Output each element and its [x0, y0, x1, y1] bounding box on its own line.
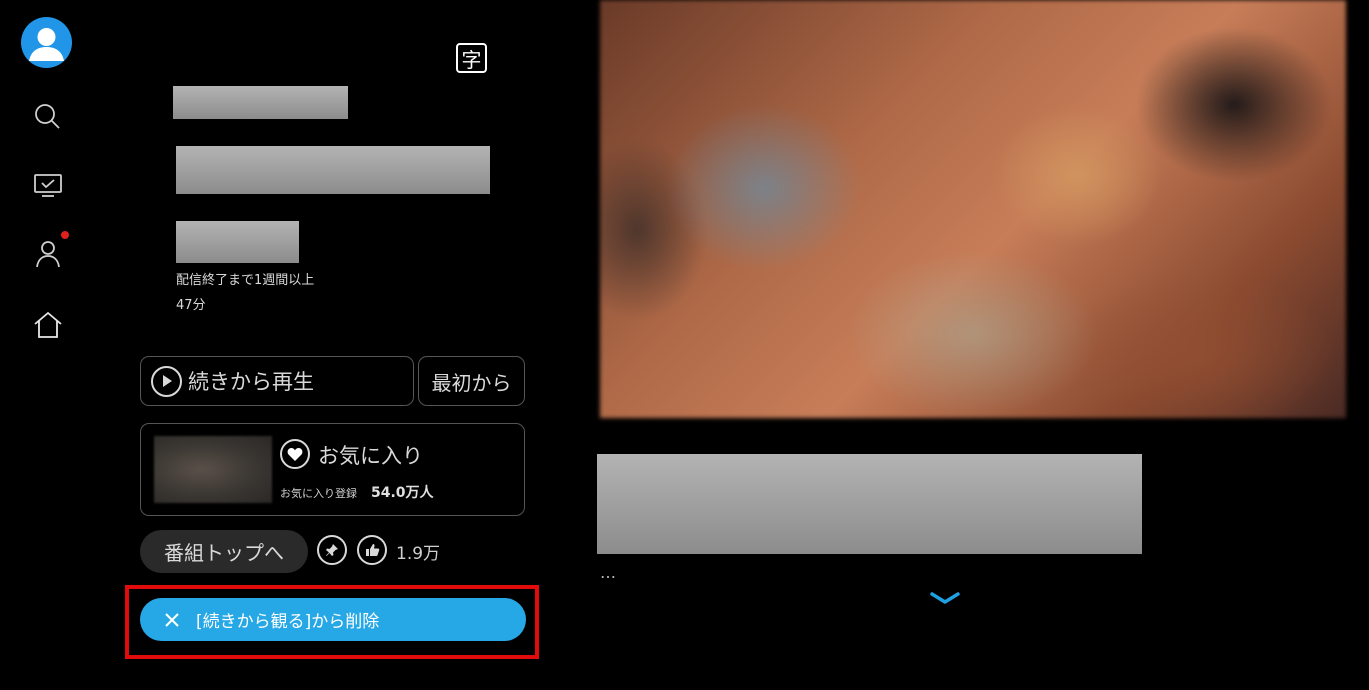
favorite-count-label: お気に入り登録	[280, 487, 357, 500]
close-icon	[164, 612, 180, 628]
description-ellipsis: …	[600, 563, 617, 582]
favorite-label: お気に入り	[318, 444, 423, 468]
play-from-start-button[interactable]: 最初から	[418, 356, 525, 406]
chevron-down-icon[interactable]	[928, 588, 962, 612]
redacted-episode-title	[176, 146, 490, 194]
redacted-description	[597, 454, 1142, 554]
series-thumbnail	[154, 436, 272, 503]
notification-dot	[61, 231, 69, 239]
profile-icon[interactable]	[32, 237, 64, 269]
redacted-series-title	[173, 86, 348, 119]
thumbs-up-icon[interactable]	[357, 535, 387, 565]
availability-text: 配信終了まで1週間以上	[176, 273, 315, 288]
favorite-count: 54.0万人	[371, 485, 434, 501]
remove-label: [続きから観る]から削除	[196, 612, 380, 632]
like-count: 1.9万	[396, 544, 441, 564]
pin-icon[interactable]	[317, 535, 347, 565]
program-top-label: 番組トップへ	[164, 541, 284, 565]
sidebar	[0, 0, 96, 690]
subtitle-badge: 字	[456, 43, 487, 73]
favorite-card[interactable]: お気に入り お気に入り登録 54.0万人	[140, 423, 525, 516]
video-thumbnail[interactable]	[600, 0, 1346, 418]
duration-text: 47分	[176, 298, 206, 313]
resume-button[interactable]: 続きから再生	[140, 356, 414, 406]
from-start-label: 最初から	[431, 370, 512, 395]
avatar[interactable]	[21, 17, 72, 68]
resume-label: 続きから再生	[188, 370, 314, 394]
redacted-episode-info	[176, 221, 299, 263]
heart-icon[interactable]	[280, 439, 310, 469]
play-icon	[151, 365, 182, 397]
remove-from-continue-button[interactable]: [続きから観る]から削除	[140, 598, 526, 641]
tv-list-icon[interactable]	[32, 169, 64, 201]
program-top-button[interactable]: 番組トップへ	[140, 530, 308, 573]
search-icon[interactable]	[32, 101, 64, 133]
home-icon[interactable]	[32, 309, 64, 341]
